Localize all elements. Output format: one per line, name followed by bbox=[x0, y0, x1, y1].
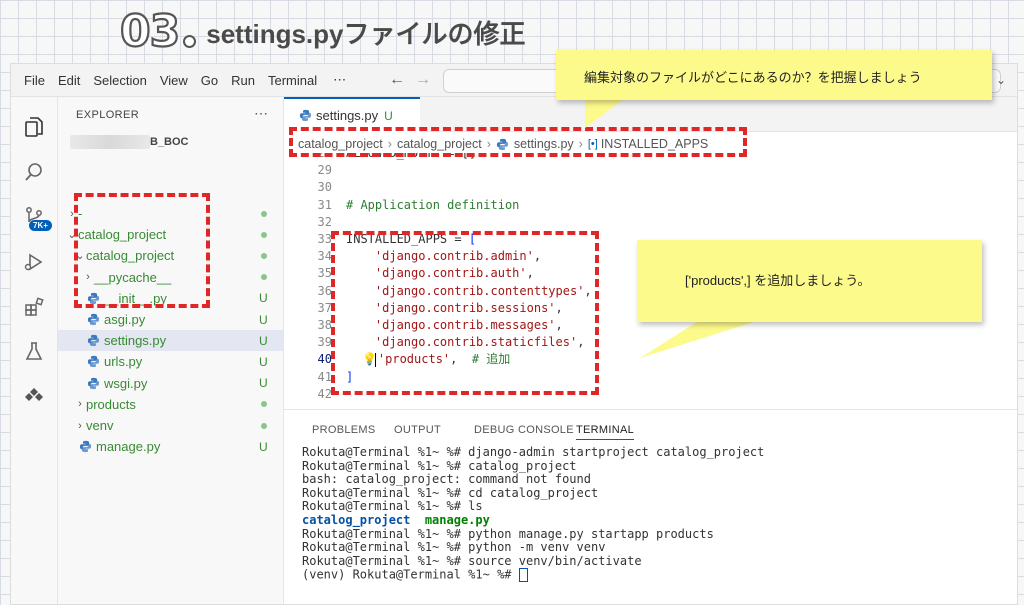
callout-note-top: 編集対象のファイルがどこにあるのか？を把握しましょう bbox=[556, 50, 992, 100]
callout-note-right: ['products',] を追加しましょう。 bbox=[637, 240, 982, 322]
right-note-pointer bbox=[640, 320, 760, 358]
callout-note-right-text: ['products',] を追加しましょう。 bbox=[685, 273, 871, 288]
callout-note-top-text: 編集対象のファイルがどこにあるのか？を把握しましょう bbox=[584, 70, 922, 85]
top-note-pointer bbox=[585, 98, 625, 128]
